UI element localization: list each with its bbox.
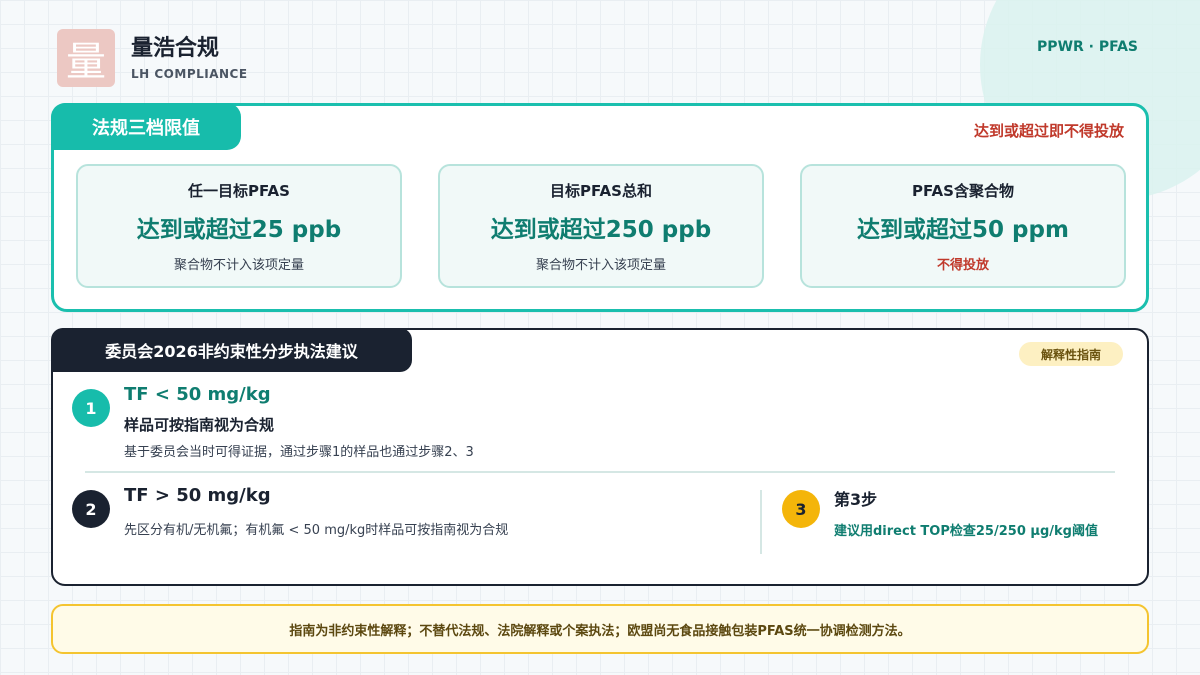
step-1-number: 1 — [72, 389, 110, 427]
limit-card-title: 目标PFAS总和 — [550, 182, 652, 200]
disclaimer-footnote: 指南为非约束性解释；不替代法规、法院解释或个案执法；欧盟尚无食品接触包装PFAS… — [51, 604, 1149, 654]
steps-vertical-divider — [760, 490, 762, 554]
limit-card-note: 聚合物不计入该项定量 — [173, 258, 304, 273]
limits-warning: 达到或超过即不得投放 — [973, 122, 1124, 140]
limit-card-value: 达到或超过250 ppb — [490, 217, 712, 243]
brand-subtitle: LH COMPLIANCE — [131, 67, 248, 81]
topic-tagline: PPWR · PFAS — [1037, 39, 1138, 55]
limits-panel: 法规三档限值 达到或超过即不得投放 任一目标PFAS 达到或超过25 ppb 聚… — [51, 103, 1149, 312]
limit-card-pfas-sum: 目标PFAS总和 达到或超过250 ppb 聚合物不计入该项定量 — [438, 164, 764, 288]
limit-card-single-pfas: 任一目标PFAS 达到或超过25 ppb 聚合物不计入该项定量 — [76, 164, 402, 288]
limit-card-note: 聚合物不计入该项定量 — [535, 258, 666, 273]
step-2-number: 2 — [72, 490, 110, 528]
step-2-description: 先区分有机/无机氟；有机氟 < 50 mg/kg时样品可按指南视为合规 — [124, 523, 509, 538]
limit-card-pfas-polymer: PFAS含聚合物 达到或超过50 ppm 不得投放 — [800, 164, 1126, 288]
limit-card-note: 不得投放 — [936, 258, 989, 273]
steps-panel: 委员会2026非约束性分步执法建议 解释性指南 1 TF < 50 mg/kg … — [51, 328, 1149, 586]
brand-logo: 量 — [57, 29, 115, 87]
step-3-description: 建议用direct TOP检查25/250 μg/kg阈值 — [834, 524, 1098, 539]
step-3-number: 3 — [782, 490, 820, 528]
step-3-title: 第3步 — [834, 490, 878, 509]
limits-panel-tab: 法规三档限值 — [51, 103, 241, 150]
steps-divider — [85, 471, 1115, 473]
guidance-badge: 解释性指南 — [1019, 342, 1123, 366]
steps-panel-tab: 委员会2026非约束性分步执法建议 — [51, 328, 412, 372]
limit-card-title: PFAS含聚合物 — [912, 182, 1014, 200]
step-2-condition: TF > 50 mg/kg — [124, 485, 271, 506]
limit-card-value: 达到或超过50 ppm — [857, 217, 1069, 243]
step-1-condition: TF < 50 mg/kg — [124, 384, 271, 405]
step-1-title: 样品可按指南视为合规 — [124, 416, 275, 434]
step-1-description: 基于委员会当时可得证据，通过步骤1的样品也通过步骤2、3 — [124, 445, 474, 460]
limit-card-value: 达到或超过25 ppb — [136, 217, 342, 243]
limit-card-title: 任一目标PFAS — [188, 182, 290, 200]
brand-name: 量浩合规 — [131, 36, 220, 61]
